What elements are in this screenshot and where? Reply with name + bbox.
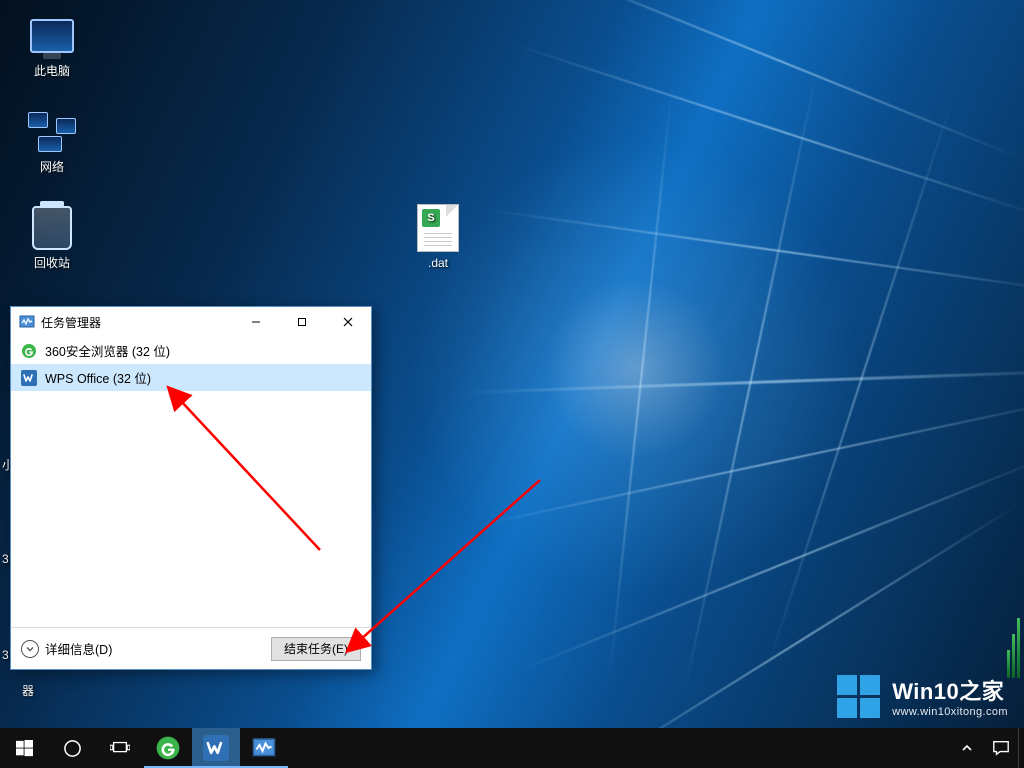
action-center-button[interactable]	[984, 739, 1018, 757]
taskbar-app-360browser[interactable]	[144, 728, 192, 768]
windows-icon	[16, 740, 33, 757]
monitor-icon	[30, 19, 74, 53]
taskmgr-icon	[19, 314, 35, 330]
window-footer: 详细信息(D) 结束任务(E)	[11, 627, 371, 669]
maximize-button[interactable]	[279, 307, 325, 337]
desktop-icon-label: 网络	[14, 160, 90, 174]
file-icon: S	[417, 204, 459, 252]
process-row[interactable]: 360安全浏览器 (32 位)	[11, 337, 371, 364]
desktop-icon-this-pc[interactable]: 此电脑	[14, 12, 90, 78]
process-row[interactable]: WPS Office (32 位)	[11, 364, 371, 391]
watermark-title: Win10之家	[892, 674, 1008, 706]
chevron-up-icon	[961, 742, 973, 754]
watermark: Win10之家 www.win10xitong.com	[837, 674, 1008, 718]
desktop-icon-label: 此电脑	[14, 64, 90, 78]
ie-360-icon	[155, 735, 181, 761]
recycle-bin-icon	[32, 206, 72, 250]
action-center-icon	[992, 739, 1010, 757]
taskmgr-icon	[252, 736, 276, 760]
taskview-icon	[110, 740, 130, 756]
cropped-label: 3	[2, 552, 9, 566]
process-name: 360安全浏览器 (32 位)	[45, 341, 170, 360]
desktop-icon-label: .dat	[400, 256, 476, 270]
process-name: WPS Office (32 位)	[45, 368, 151, 387]
equalizer-indicator	[1007, 618, 1020, 678]
close-button[interactable]	[325, 307, 371, 337]
wps-icon	[203, 735, 229, 761]
more-details-label: 详细信息(D)	[45, 639, 112, 658]
end-task-button[interactable]: 结束任务(E)	[271, 637, 361, 661]
watermark-url: www.win10xitong.com	[892, 706, 1008, 718]
show-desktop-button[interactable]	[1018, 728, 1024, 768]
taskbar-app-taskmgr[interactable]	[240, 728, 288, 768]
desktop[interactable]: 此电脑 网络 回收站 S .dat 小 3 3 器 任务管理器	[0, 0, 1024, 768]
titlebar[interactable]: 任务管理器	[11, 307, 371, 337]
chevron-down-icon	[21, 640, 39, 658]
task-manager-window[interactable]: 任务管理器 360安全浏览器 (32 位) WPS Office (32 位) …	[10, 306, 372, 670]
more-details-toggle[interactable]: 详细信息(D)	[21, 639, 112, 658]
windows-logo-icon	[837, 675, 880, 718]
taskbar-app-wps[interactable]	[192, 728, 240, 768]
desktop-icon-recycle-bin[interactable]: 回收站	[14, 204, 90, 270]
ie-360-icon	[21, 343, 37, 359]
cropped-label: 3	[2, 648, 9, 662]
taskbar[interactable]	[0, 728, 1024, 768]
cropped-label: 器	[22, 682, 34, 699]
minimize-button[interactable]	[233, 307, 279, 337]
desktop-icon-network[interactable]: 网络	[14, 108, 90, 174]
start-button[interactable]	[0, 728, 48, 768]
tray-expand-button[interactable]	[950, 742, 984, 754]
task-view-button[interactable]	[96, 728, 144, 768]
network-icon	[28, 112, 76, 152]
wps-icon	[21, 370, 37, 386]
process-list[interactable]: 360安全浏览器 (32 位) WPS Office (32 位)	[11, 337, 371, 627]
window-title: 任务管理器	[41, 314, 101, 331]
system-tray[interactable]	[950, 728, 1018, 768]
cortana-button[interactable]	[48, 728, 96, 768]
desktop-icon-label: 回收站	[14, 256, 90, 270]
circle-icon	[63, 739, 82, 758]
desktop-icon-dat-file[interactable]: S .dat	[400, 204, 476, 270]
